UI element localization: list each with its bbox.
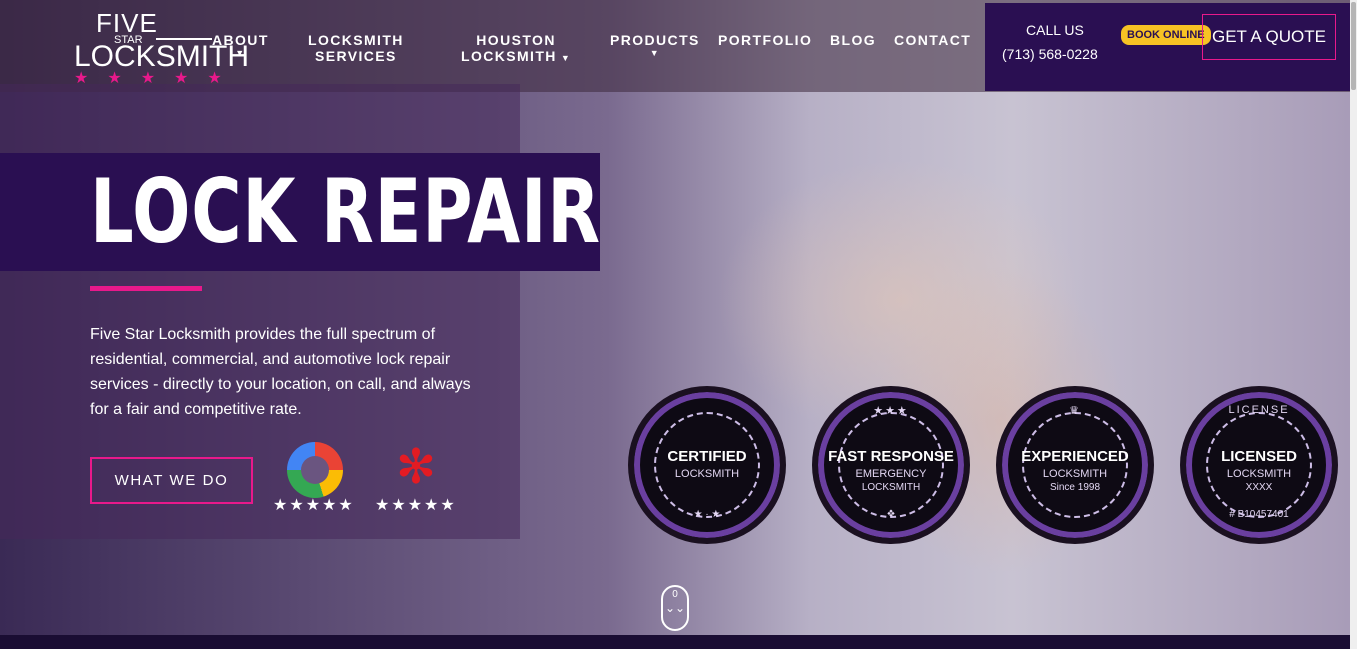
badge-ring [838,412,944,518]
badge-line-2: LOCKSMITH [674,468,740,480]
nav-products[interactable]: PRODUCTS ▼ [610,32,700,58]
badge-ring [654,412,760,518]
badge-line-3: XXXX [1245,482,1273,493]
nav-locksmith-services-label: LOCKSMITH [308,32,404,48]
nav-portfolio-label: PORTFOLIO [718,32,813,48]
book-online-button[interactable]: BOOK ONLINE [1121,25,1211,45]
title-underline [90,286,202,291]
key-icon [156,38,212,40]
google-icon[interactable] [287,442,343,498]
get-quote-button[interactable]: GET A QUOTE [1202,14,1336,60]
chevron-down-icon: ▼ [235,48,246,58]
badge-top: LICENSE [1228,404,1290,416]
hero-description: Five Star Locksmith provides the full sp… [90,326,471,418]
scrollbar-thumb[interactable] [1351,2,1356,90]
page-title: LOCK REPAIR [90,160,601,263]
mouse-icon: 0 [672,589,678,600]
certified-badge: CERTIFIED LOCKSMITH ★ · ★ [628,386,786,544]
badge-line-2: EMERGENCY [855,468,927,480]
badge-line-3: LOCKSMITH [861,482,921,493]
nav-locksmith-services-label-2: SERVICES [315,48,397,64]
scroll-down-indicator[interactable]: 0 ⌄⌄ [661,585,689,631]
badge-ring [1022,412,1128,518]
badge-line-3: Since 1998 [1049,482,1101,493]
fast-response-badge: ★★★ FAST RESPONSE EMERGENCY LOCKSMITH ❖ [812,386,970,544]
nav-contact-label: CONTACT [894,32,972,48]
badge-line-1: CERTIFIED [667,448,747,465]
badge-line-1: EXPERIENCED [1021,448,1129,465]
badge-bottom: ❖ [886,509,896,520]
phone-link[interactable]: (713) 568-0228 [1002,46,1098,62]
badge-top: ★★★ [873,405,909,417]
badge-line-2: LOCKSMITH [1042,468,1108,480]
yelp-icon[interactable]: ✻ [393,438,439,498]
nav-houston-locksmith[interactable]: HOUSTON LOCKSMITH ▼ [461,32,571,66]
nav-portfolio[interactable]: PORTFOLIO [718,32,812,48]
badge-line-1: LICENSED [1221,448,1297,465]
chevron-down-icon: ▼ [560,53,572,63]
crown-icon: ♛ [1069,405,1081,417]
site-logo[interactable]: FIVE STAR LOCKSMITH ★★★★★ [70,8,249,87]
nav-locksmith-services[interactable]: LOCKSMITH SERVICES [308,32,404,64]
what-we-do-button[interactable]: WHAT WE DO [90,457,253,504]
page-scrollbar[interactable] [1350,0,1357,649]
chevron-down-icon: ▼ [649,48,661,58]
badge-bottom: ★ · ★ [693,509,721,520]
nav-contact[interactable]: CONTACT [894,32,971,48]
yelp-rating-stars: ★★★★★ [375,497,457,514]
nav-houston-locksmith-label: HOUSTON [476,32,556,48]
badge-line-1: FAST RESPONSE [828,448,954,465]
badge-ring [1206,412,1312,518]
badge-line-2: LOCKSMITH [1226,468,1292,480]
licensed-badge: LICENSE LICENSED LOCKSMITH XXXX # B10457… [1180,386,1338,544]
nav-about-label: ABOUT [212,32,269,48]
nav-products-label: PRODUCTS [610,32,700,48]
nav-blog-label: BLOG [830,32,877,48]
experienced-badge: ♛ EXPERIENCED LOCKSMITH Since 1998 [996,386,1154,544]
call-us-label: CALL US [1026,22,1084,38]
google-rating-stars: ★★★★★ [273,497,355,514]
badge-bottom: # B10457401 [1229,509,1289,520]
nav-houston-locksmith-label-2: LOCKSMITH [461,48,557,64]
chevron-down-icon: ⌄⌄ [664,601,686,615]
nav-about[interactable]: ABOUT ▼ [212,32,269,58]
nav-blog[interactable]: BLOG [830,32,876,48]
